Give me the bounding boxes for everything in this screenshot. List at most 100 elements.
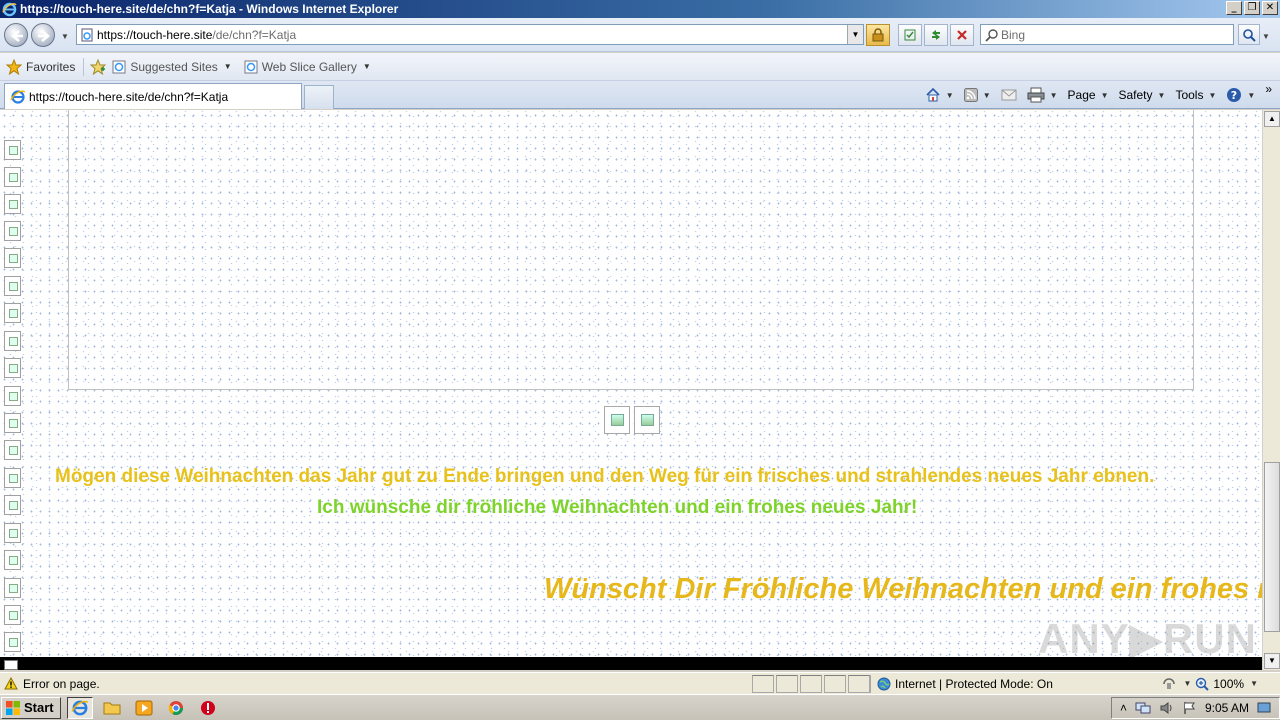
- favorites-button[interactable]: Favorites: [6, 58, 75, 75]
- favorites-separator: [83, 57, 85, 76]
- search-input[interactable]: Bing: [980, 24, 1234, 45]
- feeds-button[interactable]: ▼: [963, 88, 991, 102]
- broken-image-icon: [4, 605, 21, 625]
- zoom-level: 100%: [1213, 676, 1245, 691]
- new-tab-button[interactable]: [304, 85, 334, 109]
- search-options-dropdown[interactable]: ▼: [1262, 32, 1270, 41]
- home-icon: [926, 87, 940, 102]
- page-content: Mögen diese Weihnachten das Jahr gut zu …: [0, 110, 1262, 657]
- chevron-down-icon: ▼: [1157, 90, 1166, 100]
- greeting-line-2: Ich wünsche dir fröhliche Weihnachten un…: [317, 497, 918, 518]
- tools-menu[interactable]: Tools ▼: [1175, 88, 1216, 102]
- taskbar-media-player[interactable]: [131, 697, 157, 719]
- chevron-down-icon: ▼: [1100, 90, 1109, 100]
- add-favorite-icon: [90, 58, 107, 75]
- chevron-down-icon: ▼: [223, 62, 232, 71]
- search-placeholder: Bing: [1001, 27, 1026, 42]
- page-menu[interactable]: Page ▼: [1068, 88, 1109, 102]
- tab-active[interactable]: https://touch-here.site/de/chn?f=Katja: [4, 83, 302, 109]
- forward-arrow-icon: [38, 30, 50, 42]
- back-button[interactable]: [4, 23, 28, 47]
- lock-icon: [872, 28, 884, 42]
- url-path: /de/chn?f=Katja: [212, 27, 297, 42]
- url-host: https://touch-here.site: [97, 27, 213, 42]
- chevron-down-icon: ▼: [362, 62, 371, 71]
- command-bar: ▼ ▼ ▼ Page ▼ Safety ▼ Tools ▼ ? ▼ »: [925, 82, 1272, 105]
- zoom-icon: [1196, 677, 1210, 691]
- broken-image-icon: [4, 660, 18, 670]
- close-window-button[interactable]: ✕: [1262, 1, 1278, 15]
- status-bar: Error on page. Internet | Protected Mode…: [0, 672, 1280, 694]
- taskbar-internet-explorer[interactable]: [66, 696, 93, 719]
- minimize-button[interactable]: _: [1226, 1, 1242, 15]
- more-commands-button[interactable]: »: [1265, 82, 1272, 96]
- ie-tab-icon: [10, 89, 26, 104]
- chevron-down-icon: ▼: [945, 90, 954, 100]
- taskbar-chrome[interactable]: [163, 697, 189, 719]
- show-hidden-icons-button[interactable]: ˄: [1120, 701, 1127, 715]
- taskbar: Start ˄ 9:05 AM: [0, 694, 1280, 720]
- windows-logo-icon: [6, 700, 20, 715]
- broken-image-icon: [4, 468, 21, 488]
- chevron-down-icon: ▼: [1247, 90, 1256, 100]
- stop-button[interactable]: [950, 24, 974, 46]
- ie-page-icon: [112, 60, 126, 73]
- scroll-thumb[interactable]: [1264, 462, 1280, 632]
- address-dropdown-button[interactable]: ▼: [847, 25, 863, 44]
- safety-menu-label: Safety: [1118, 88, 1153, 102]
- web-slice-gallery-button[interactable]: Web Slice Gallery ▼: [244, 60, 371, 74]
- taskbar-explorer[interactable]: [99, 697, 125, 719]
- globe-icon: [877, 677, 891, 690]
- network-icon[interactable]: [1135, 701, 1151, 715]
- add-to-favorites-bar-button[interactable]: [90, 58, 107, 75]
- broken-image-icon: [4, 386, 21, 406]
- recent-pages-dropdown[interactable]: ▼: [61, 32, 69, 41]
- search-icon: [985, 29, 998, 42]
- start-button[interactable]: Start: [1, 696, 61, 719]
- broken-image-icon: [4, 495, 21, 515]
- back-arrow-icon: [11, 30, 23, 42]
- scroll-up-button[interactable]: ▲: [1264, 111, 1280, 127]
- broken-image-icon: [634, 406, 660, 434]
- help-menu[interactable]: ? ▼: [1226, 87, 1255, 103]
- restore-button[interactable]: ❐: [1244, 1, 1260, 15]
- read-mail-button[interactable]: [1001, 89, 1017, 101]
- suggested-sites-button[interactable]: Suggested Sites ▼: [112, 60, 232, 74]
- show-desktop-icon[interactable]: [1257, 701, 1271, 715]
- broken-image-icon: [4, 140, 21, 160]
- taskbar-stop-app[interactable]: [195, 697, 221, 719]
- vertical-scrollbar[interactable]: ▲ ▼: [1262, 110, 1280, 670]
- page-error-indicator[interactable]: Error on page.: [0, 677, 750, 691]
- action-center-flag-icon[interactable]: [1183, 701, 1197, 715]
- compatibility-view-button[interactable]: [898, 24, 922, 46]
- broken-image-icon: [4, 303, 21, 323]
- speaker-icon[interactable]: [1159, 701, 1175, 715]
- broken-image-icon: [4, 248, 21, 268]
- status-panel: [752, 674, 774, 693]
- broken-image-icon: [4, 194, 21, 214]
- refresh-icon: [932, 30, 940, 40]
- scroll-down-button[interactable]: ▼: [1264, 653, 1280, 669]
- chevron-down-icon: ▼: [982, 90, 991, 100]
- forward-button[interactable]: [31, 23, 55, 47]
- page-icon: [81, 28, 93, 42]
- protected-mode-icon: [1163, 677, 1176, 689]
- security-zone-label: Internet | Protected Mode: On: [895, 676, 1053, 691]
- broken-image-icon: [4, 331, 21, 351]
- tab-bar: https://touch-here.site/de/chn?f=Katja ▼…: [0, 81, 1280, 109]
- address-input[interactable]: https://touch-here.site/de/chn?f=Katja ▼: [76, 24, 864, 45]
- internet-explorer-icon: [71, 700, 88, 715]
- clock[interactable]: 9:05 AM: [1205, 701, 1249, 715]
- broken-image-icon: [4, 523, 21, 543]
- warning-icon: [4, 677, 18, 690]
- print-button[interactable]: ▼: [1027, 87, 1058, 103]
- window-title-bar: https://touch-here.site/de/chn?f=Katja -…: [0, 0, 1280, 18]
- search-go-button[interactable]: [1238, 24, 1260, 45]
- security-zone-indicator[interactable]: Internet | Protected Mode: On: [870, 674, 1059, 693]
- security-report-button[interactable]: [866, 24, 890, 46]
- broken-image-icon: [4, 276, 21, 296]
- refresh-button[interactable]: [924, 24, 948, 46]
- safety-menu[interactable]: Safety ▼: [1119, 88, 1166, 102]
- home-button[interactable]: ▼: [925, 87, 954, 103]
- zoom-control[interactable]: ▼ 100% ▼: [1161, 677, 1280, 691]
